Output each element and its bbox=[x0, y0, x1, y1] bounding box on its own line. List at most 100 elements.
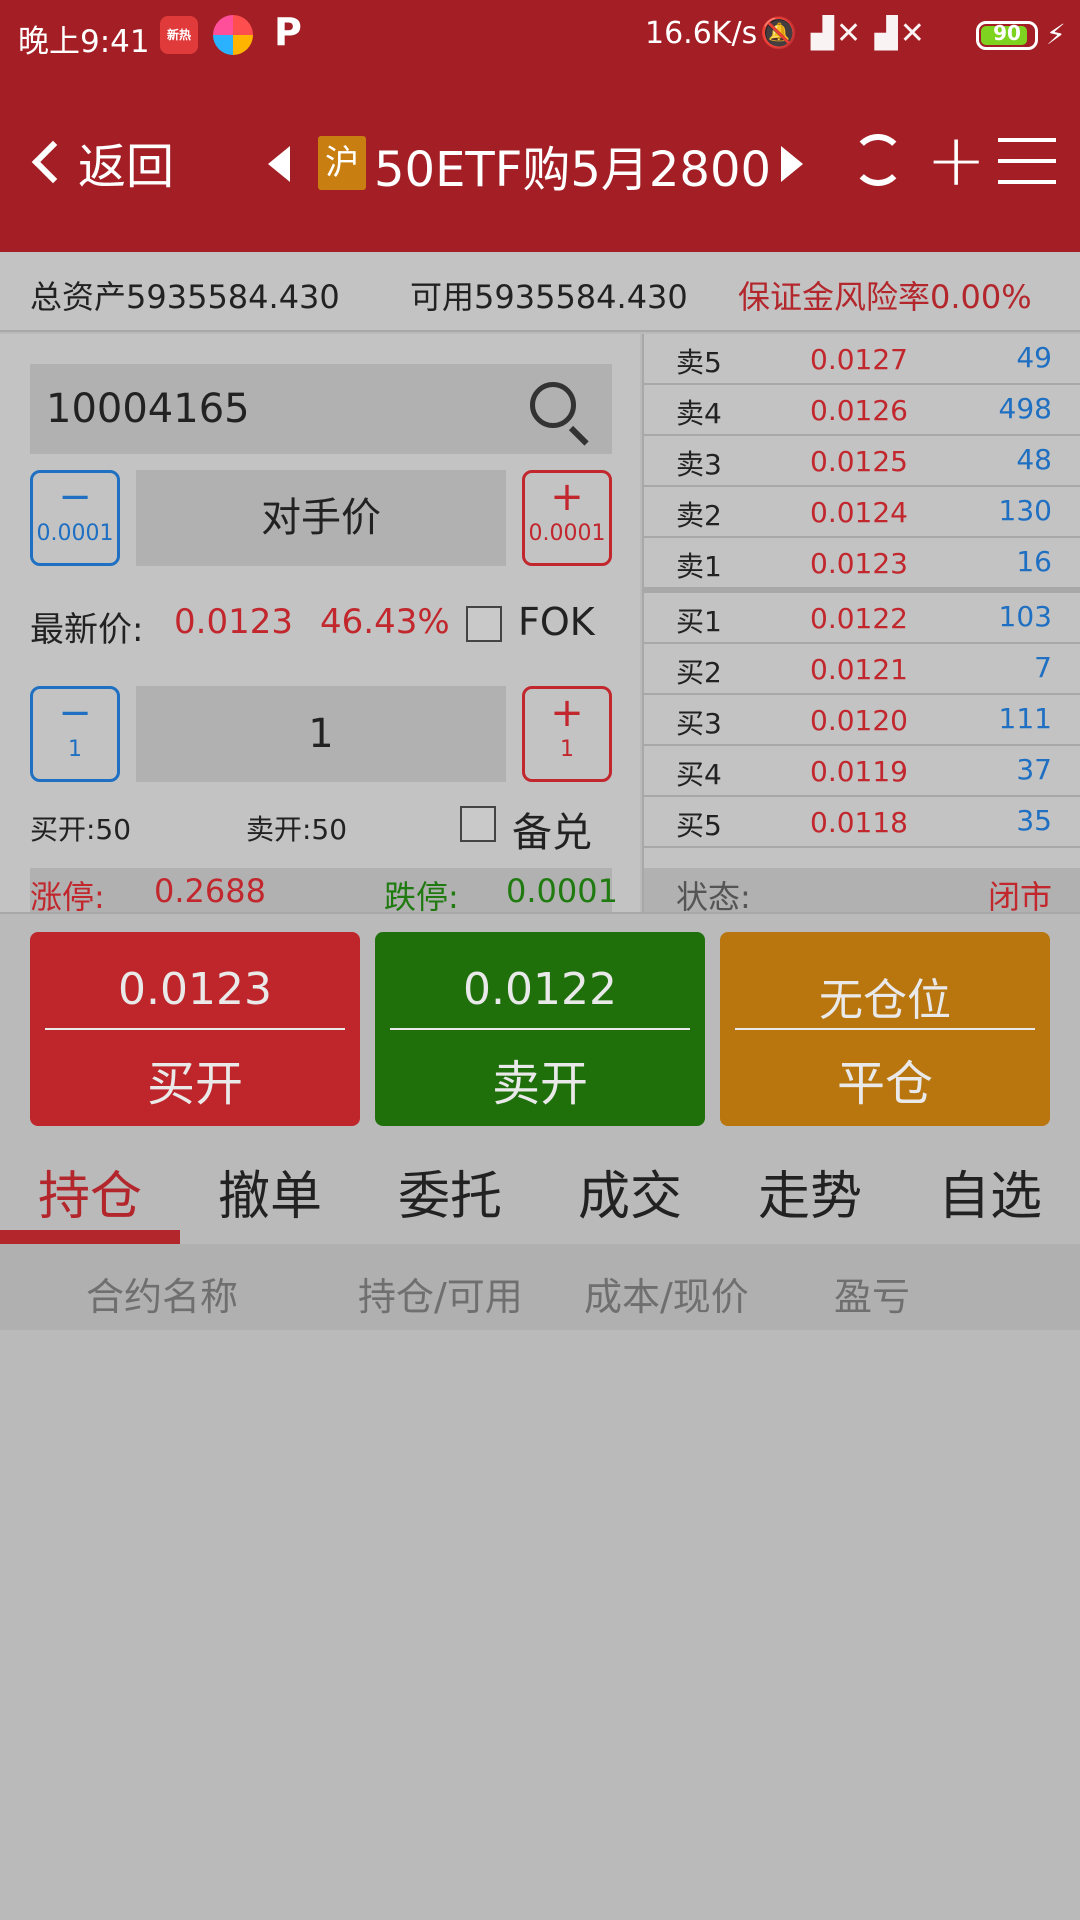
order-book-row[interactable]: 卖4 0.0126 498 bbox=[644, 385, 1080, 436]
column-contract-name: 合约名称 bbox=[86, 1275, 239, 1319]
level-label: 买5 bbox=[676, 809, 722, 842]
chevron-left-icon bbox=[31, 140, 75, 184]
sell-open-price: 0.0122 bbox=[463, 964, 617, 1015]
price-increase-button[interactable]: + 0.0001 bbox=[522, 470, 612, 566]
price-step-label: 0.0001 bbox=[36, 521, 114, 546]
p-app-icon: P bbox=[274, 10, 302, 54]
order-book-row[interactable]: 卖1 0.0123 16 bbox=[644, 538, 1080, 593]
level-volume: 48 bbox=[1016, 443, 1052, 476]
level-price: 0.0119 bbox=[810, 755, 908, 788]
plus-icon: + bbox=[550, 474, 584, 520]
order-book-row[interactable]: 买1 0.0122 103 bbox=[644, 593, 1080, 644]
close-position-button[interactable]: 无仓位 平仓 bbox=[720, 932, 1050, 1126]
level-price: 0.0126 bbox=[810, 394, 908, 427]
tab-positions[interactable]: 持仓 bbox=[0, 1154, 180, 1229]
buy-open-label: 买开 bbox=[146, 1056, 243, 1112]
order-book-row[interactable]: 卖2 0.0124 130 bbox=[644, 487, 1080, 538]
available-funds: 可用5935584.430 bbox=[410, 278, 688, 316]
level-volume: 111 bbox=[998, 702, 1052, 735]
position-status: 无仓位 bbox=[819, 975, 951, 1026]
signal-icons: 🔕 ▟✕ ▟✕ bbox=[760, 16, 927, 51]
level-label: 买4 bbox=[676, 758, 722, 791]
quantity-decrease-button[interactable]: − 1 bbox=[30, 686, 120, 782]
level-label: 买2 bbox=[676, 656, 722, 689]
divider bbox=[390, 1028, 690, 1030]
tab-trades[interactable]: 成交 bbox=[540, 1154, 720, 1229]
level-label: 卖4 bbox=[676, 397, 722, 430]
search-icon[interactable] bbox=[530, 382, 576, 428]
divider bbox=[735, 1028, 1035, 1030]
contract-title[interactable]: 50ETF购5月2800 bbox=[374, 130, 771, 200]
level-volume: 130 bbox=[998, 494, 1052, 527]
positions-table-header: 合约名称 持仓/可用 成本/现价 盈亏 bbox=[0, 1244, 1080, 1330]
account-summary: 总资产5935584.430 可用5935584.430 保证金风险率0.00% bbox=[0, 252, 1080, 332]
level-label: 卖2 bbox=[676, 499, 722, 532]
menu-icon[interactable] bbox=[998, 138, 1056, 184]
back-button[interactable]: 返回 bbox=[26, 127, 174, 197]
latest-change-percent: 46.43% bbox=[320, 602, 450, 642]
tab-trend[interactable]: 走势 bbox=[720, 1154, 900, 1229]
order-book-row[interactable]: 买5 0.0118 35 bbox=[644, 797, 1080, 848]
order-book-row[interactable]: 卖5 0.0127 49 bbox=[644, 334, 1080, 385]
prev-contract-arrow-icon[interactable] bbox=[268, 146, 290, 182]
level-price: 0.0127 bbox=[810, 343, 908, 376]
next-contract-arrow-icon[interactable] bbox=[781, 146, 803, 182]
fok-checkbox[interactable] bbox=[466, 606, 502, 642]
fok-label: FOK bbox=[518, 600, 595, 644]
buy-open-button[interactable]: 0.0123 买开 bbox=[30, 932, 360, 1126]
level-volume: 7 bbox=[1034, 651, 1052, 684]
level-price: 0.0124 bbox=[810, 496, 908, 529]
level-label: 买3 bbox=[676, 707, 722, 740]
market-status: 状态: 闭市 bbox=[644, 868, 1080, 916]
tab-cancel-orders[interactable]: 撤单 bbox=[180, 1154, 360, 1229]
covered-label: 备兑 bbox=[512, 810, 592, 856]
level-volume: 16 bbox=[1016, 545, 1052, 578]
contract-code-value: 10004165 bbox=[46, 386, 250, 432]
level-price: 0.0122 bbox=[810, 602, 908, 635]
refresh-icon[interactable] bbox=[852, 134, 904, 186]
battery-level: 90 bbox=[993, 21, 1021, 45]
contract-code-input[interactable]: 10004165 bbox=[30, 364, 612, 454]
max-open-buy: 买开:50 bbox=[30, 813, 132, 846]
price-limits: 涨停: 0.2688 跌停: 0.0001 bbox=[30, 868, 618, 916]
quantity-increase-button[interactable]: + 1 bbox=[522, 686, 612, 782]
buy-open-price: 0.0123 bbox=[118, 964, 272, 1015]
price-mode-field[interactable]: 对手价 bbox=[136, 470, 506, 566]
order-form: 10004165 − 0.0001 对手价 + 0.0001 最新价: 0.01… bbox=[0, 334, 640, 916]
clock: 晚上9:41 bbox=[18, 24, 150, 60]
tab-watchlist[interactable]: 自选 bbox=[900, 1154, 1080, 1229]
covered-checkbox[interactable] bbox=[460, 806, 496, 842]
limit-down-value: 0.0001 bbox=[506, 872, 618, 910]
active-tab-indicator bbox=[0, 1230, 180, 1244]
order-book-row[interactable]: 买3 0.0120 111 bbox=[644, 695, 1080, 746]
order-book-row[interactable]: 买2 0.0121 7 bbox=[644, 644, 1080, 695]
order-book-row[interactable]: 买4 0.0119 37 bbox=[644, 746, 1080, 797]
news-app-icon: 新热 bbox=[160, 16, 198, 54]
order-book-row[interactable]: 卖3 0.0125 48 bbox=[644, 436, 1080, 487]
sell-open-label: 卖开 bbox=[491, 1056, 588, 1112]
minus-icon: − bbox=[58, 690, 92, 736]
network-speed: 16.6K/s bbox=[645, 16, 758, 51]
total-assets: 总资产5935584.430 bbox=[30, 278, 340, 316]
title-bar: 返回 沪 50ETF购5月2800 + bbox=[0, 72, 1080, 252]
trade-actions: 0.0123 买开 0.0122 卖开 无仓位 平仓 bbox=[0, 912, 1080, 1130]
tab-orders[interactable]: 委托 bbox=[360, 1154, 540, 1229]
exchange-badge: 沪 bbox=[318, 136, 366, 190]
status-bar: 晚上9:41 新热 P 16.6K/s 🔕 ▟✕ ▟✕ 90 ⚡ bbox=[0, 0, 1080, 72]
column-holding-available: 持仓/可用 bbox=[358, 1275, 523, 1319]
margin-risk-rate: 保证金风险率0.00% bbox=[738, 278, 1032, 316]
browser-app-icon bbox=[213, 15, 253, 55]
price-decrease-button[interactable]: − 0.0001 bbox=[30, 470, 120, 566]
level-label: 卖5 bbox=[676, 346, 722, 379]
bottom-tabs: 持仓 撤单 委托 成交 走势 自选 bbox=[0, 1130, 1080, 1244]
add-icon[interactable]: + bbox=[926, 120, 986, 200]
max-open-sell: 卖开:50 bbox=[246, 813, 348, 846]
level-label: 卖1 bbox=[676, 550, 722, 583]
quantity-input[interactable]: 1 bbox=[136, 686, 506, 782]
latest-price-label: 最新价: bbox=[30, 610, 144, 650]
quantity-step-label: 1 bbox=[68, 737, 82, 762]
sell-open-button[interactable]: 0.0122 卖开 bbox=[375, 932, 705, 1126]
level-volume: 103 bbox=[998, 600, 1052, 633]
price-step-label: 0.0001 bbox=[528, 521, 606, 546]
level-price: 0.0123 bbox=[810, 547, 908, 580]
